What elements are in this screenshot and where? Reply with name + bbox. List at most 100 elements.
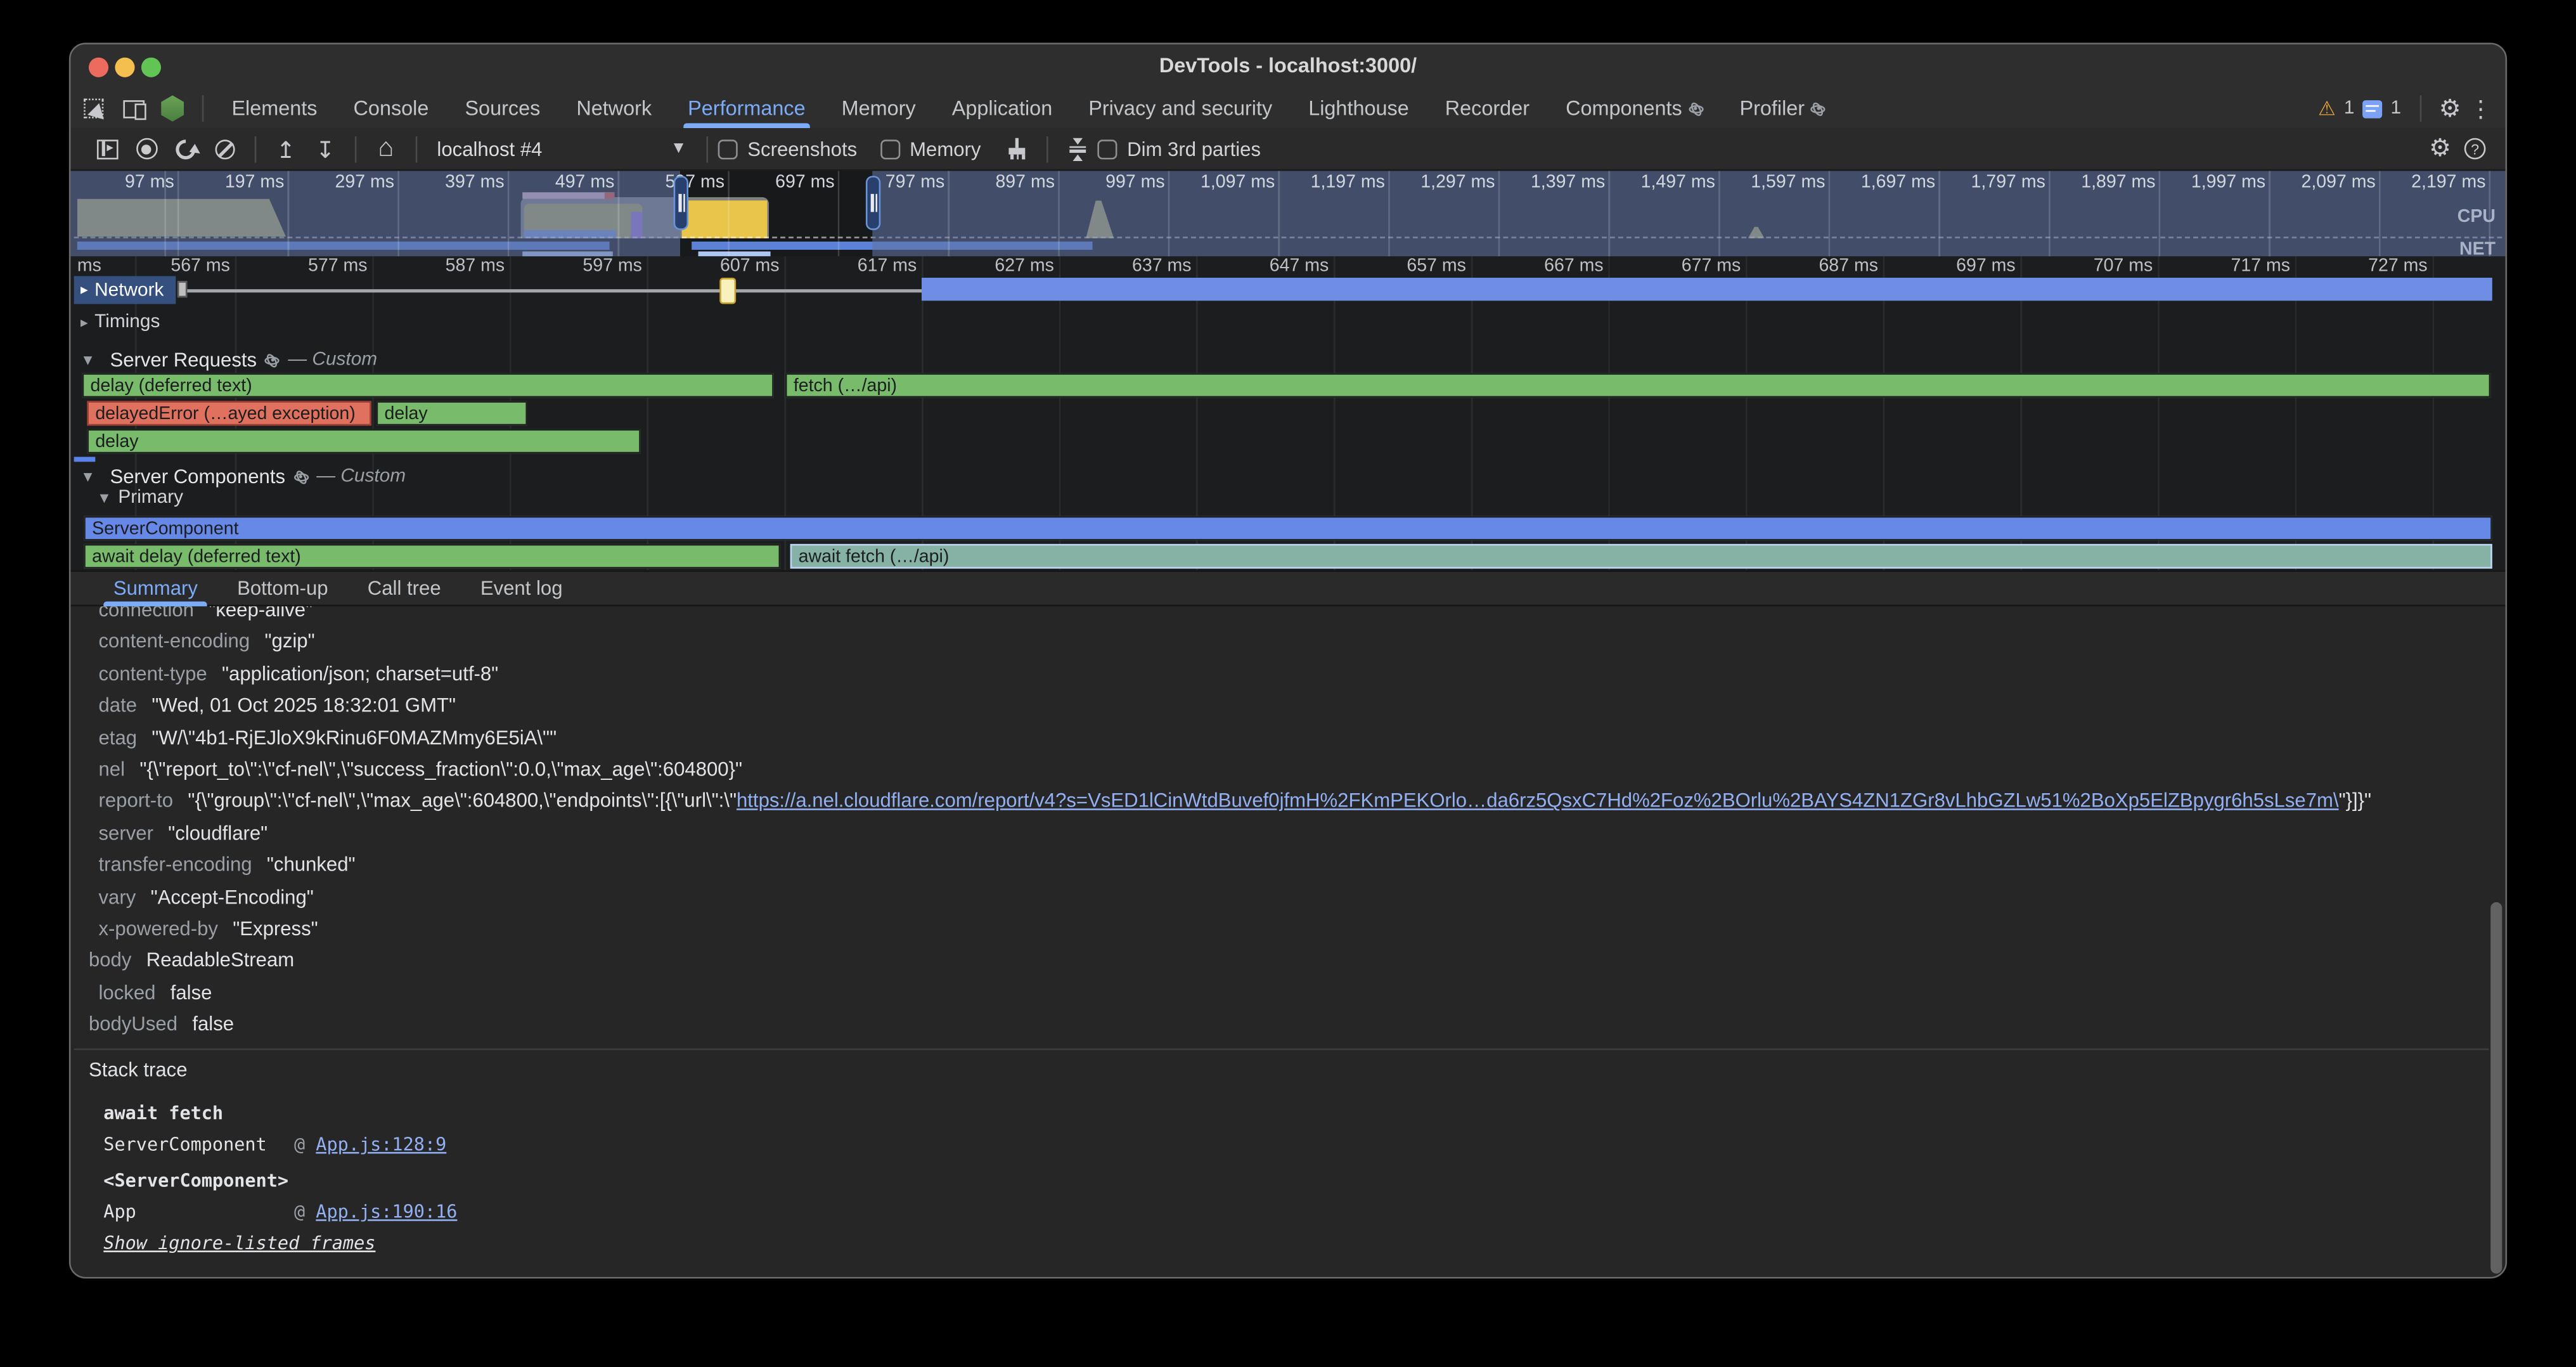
tab-components[interactable]: Components bbox=[1548, 89, 1722, 128]
tab-bottom-up[interactable]: Bottom-up bbox=[217, 570, 348, 606]
tab-profiler[interactable]: Profiler bbox=[1722, 89, 1844, 128]
minimap-tick: 197 ms bbox=[186, 172, 285, 192]
header-row: etag "W/\"4b1-RjEJloX9kRinu6F0MAZMmy6E5iA… bbox=[99, 722, 557, 753]
tab-application[interactable]: Application bbox=[934, 89, 1071, 128]
report-to-link[interactable]: https://a.nel.cloudflare.com/report/v4?s… bbox=[737, 789, 2339, 812]
reload-and-record-icon[interactable] bbox=[166, 131, 205, 167]
clear-icon[interactable] bbox=[205, 131, 245, 167]
tab-call-tree[interactable]: Call tree bbox=[348, 570, 461, 606]
device-toolbar-icon[interactable] bbox=[113, 91, 153, 127]
header-value: "chunked" bbox=[267, 853, 356, 876]
settings-gear-icon[interactable]: ⚙ bbox=[2439, 96, 2461, 121]
collapse-arrow-icon[interactable]: ▼ bbox=[80, 469, 95, 485]
tab-privacy-security[interactable]: Privacy and security bbox=[1071, 89, 1291, 128]
throttling-icon[interactable] bbox=[1058, 131, 1097, 167]
toggle-sidebar-icon[interactable] bbox=[87, 131, 126, 167]
network-request-bar[interactable] bbox=[922, 278, 2492, 301]
inspect-element-icon[interactable] bbox=[74, 91, 113, 127]
tab-recorder[interactable]: Recorder bbox=[1427, 89, 1547, 128]
garbage-collect-icon[interactable] bbox=[997, 131, 1036, 167]
toolbar-divider bbox=[255, 136, 257, 162]
ruler-tick: 697 ms bbox=[1897, 256, 2016, 276]
selection-handle-left[interactable] bbox=[674, 176, 688, 230]
expand-arrow-icon[interactable]: ▸ bbox=[80, 314, 88, 330]
load-profile-icon[interactable]: ↥ bbox=[266, 131, 306, 167]
panel-settings-gear-icon[interactable]: ⚙ bbox=[2429, 136, 2451, 161]
tab-sources[interactable]: Sources bbox=[447, 89, 558, 128]
network-track-label[interactable]: ▸ Network bbox=[74, 276, 176, 304]
flame-bar-delayed-error[interactable]: delayedError (…ayed exception) bbox=[87, 400, 371, 425]
tab-lighthouse[interactable]: Lighthouse bbox=[1291, 89, 1427, 128]
devtools-window: DevTools - localhost:3000/ Elements Cons… bbox=[69, 42, 2507, 1278]
header-value: "{\"report_to\":\"cf-nel\",\"success_fra… bbox=[139, 758, 742, 781]
ruler-tick: 607 ms bbox=[661, 256, 780, 276]
flame-bar-server-component[interactable]: ServerComponent bbox=[84, 515, 2492, 541]
flame-bar-await-delay[interactable]: await delay (deferred text) bbox=[84, 543, 780, 569]
header-key: etag bbox=[99, 726, 138, 749]
server-components-header[interactable]: ▼ Server Components — Custom bbox=[80, 465, 406, 488]
ruler-tick: 637 ms bbox=[1073, 256, 1192, 276]
minimap-tick: 897 ms bbox=[956, 172, 1055, 192]
minimap-tick: 697 ms bbox=[736, 172, 835, 192]
home-icon[interactable]: ⌂ bbox=[366, 131, 406, 167]
issues-icon[interactable] bbox=[2362, 100, 2382, 118]
ruler-tick: 727 ms bbox=[2309, 256, 2428, 276]
dim-3rd-parties-label[interactable]: Dim 3rd parties bbox=[1127, 137, 1261, 160]
minimap-tick: 2,097 ms bbox=[2277, 172, 2376, 192]
screenshots-checkbox[interactable] bbox=[718, 139, 738, 159]
kebab-menu-icon[interactable]: ⋮ bbox=[2470, 97, 2492, 120]
minimap-tick: 1,997 ms bbox=[2167, 172, 2266, 192]
collapse-arrow-icon[interactable]: ▼ bbox=[80, 352, 95, 368]
minimap-tick: 1,297 ms bbox=[1396, 172, 1495, 192]
primary-thread-label[interactable]: ▼Primary bbox=[97, 488, 183, 508]
ruler-tick: 577 ms bbox=[249, 256, 368, 276]
minimap-tick: 1,397 ms bbox=[1507, 172, 1606, 192]
tab-elements[interactable]: Elements bbox=[214, 89, 335, 128]
source-link[interactable]: App.js:190:16 bbox=[316, 1202, 457, 1223]
tab-summary[interactable]: Summary bbox=[94, 570, 217, 606]
minimap-tick: 2,197 ms bbox=[2387, 172, 2486, 192]
flame-bar-await-fetch[interactable]: await fetch (…/api) bbox=[790, 543, 2492, 569]
tab-performance[interactable]: Performance bbox=[670, 89, 823, 128]
show-ignore-listed-frames-link[interactable]: Show ignore-listed frames bbox=[103, 1233, 375, 1254]
source-link[interactable]: App.js:128:9 bbox=[316, 1134, 446, 1155]
active-tab-indicator bbox=[683, 123, 810, 128]
flame-bar-delay[interactable]: delay bbox=[87, 428, 640, 453]
tab-memory[interactable]: Memory bbox=[823, 89, 934, 128]
ruler-tick: 657 ms bbox=[1348, 256, 1466, 276]
flame-bar-delay-deferred[interactable]: delay (deferred text) bbox=[82, 372, 774, 398]
warning-icon[interactable]: ⚠ bbox=[2318, 97, 2336, 120]
history-select[interactable]: localhost #4 ▼ bbox=[427, 137, 697, 160]
vertical-scrollbar[interactable] bbox=[2490, 902, 2502, 1274]
header-value: "W/\"4b1-RjEJloX9kRinu6F0MAZMmy6E5iA\"" bbox=[151, 726, 557, 749]
screenshots-label[interactable]: Screenshots bbox=[747, 137, 857, 160]
tab-event-log[interactable]: Event log bbox=[461, 570, 583, 606]
flame-chart-area[interactable]: ms 567 ms 577 ms 587 ms 597 ms 607 ms 61… bbox=[70, 256, 2505, 606]
tab-console[interactable]: Console bbox=[335, 89, 447, 128]
help-icon[interactable]: ? bbox=[2464, 138, 2486, 160]
timings-track-label[interactable]: ▸Timings bbox=[80, 312, 160, 332]
server-requests-header[interactable]: ▼ Server Requests — Custom bbox=[80, 348, 377, 371]
network-request-marker[interactable] bbox=[719, 277, 736, 303]
memory-checkbox[interactable] bbox=[880, 139, 899, 159]
dim-3rd-parties-checkbox[interactable] bbox=[1097, 139, 1117, 159]
flame-bar-delay[interactable]: delay bbox=[377, 400, 527, 425]
tab-network[interactable]: Network bbox=[558, 89, 670, 128]
record-icon[interactable] bbox=[127, 131, 166, 167]
timeline-minimap[interactable]: 97 ms 197 ms 297 ms 397 ms 497 ms 597 ms… bbox=[70, 171, 2505, 257]
selection-handle-right[interactable] bbox=[866, 176, 880, 230]
track-marker bbox=[74, 456, 96, 462]
issues-count: 1 bbox=[2390, 99, 2401, 119]
flame-bar-fetch-api[interactable]: fetch (…/api) bbox=[785, 372, 2490, 398]
memory-label[interactable]: Memory bbox=[910, 137, 981, 160]
header-value: "cloudflare" bbox=[168, 821, 267, 844]
react-devtools-icon[interactable] bbox=[153, 91, 192, 127]
save-profile-icon[interactable]: ↧ bbox=[306, 131, 345, 167]
header-key: transfer-encoding bbox=[99, 853, 252, 876]
collapse-arrow-icon[interactable]: ▼ bbox=[97, 489, 112, 506]
expand-arrow-icon[interactable]: ▸ bbox=[80, 281, 88, 299]
minimap-tick: 1,897 ms bbox=[2057, 172, 2156, 192]
header-key: vary bbox=[99, 885, 136, 908]
minimap-tick: 997 ms bbox=[1066, 172, 1165, 192]
network-grip[interactable] bbox=[177, 281, 187, 297]
